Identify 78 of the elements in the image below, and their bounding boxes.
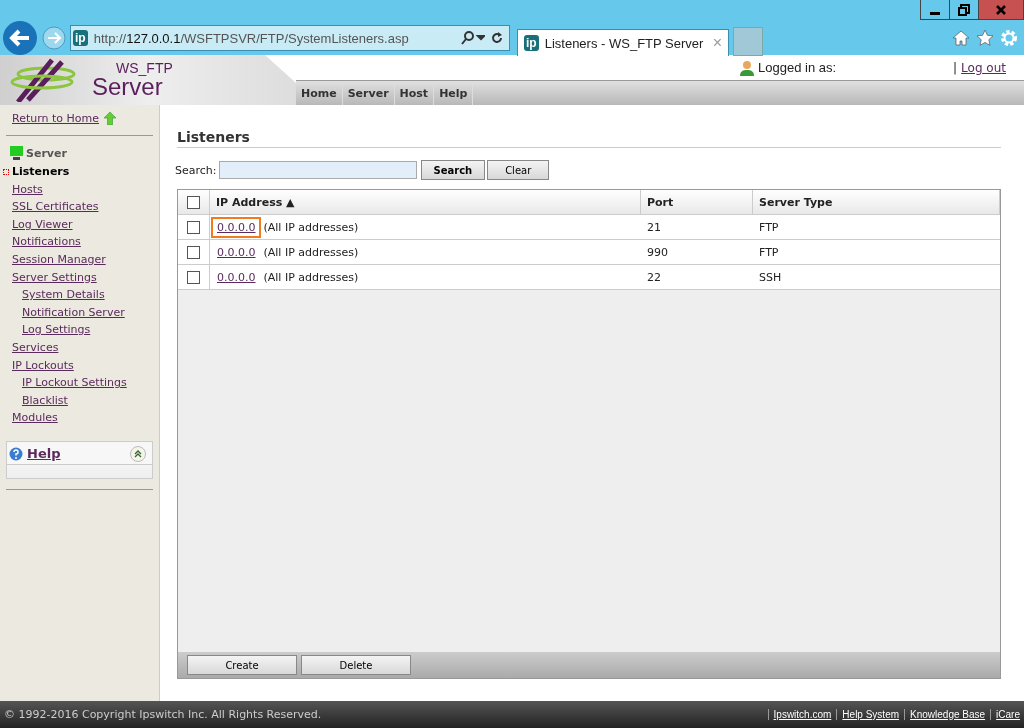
logout-link[interactable]: Log out	[961, 60, 1006, 75]
clear-button[interactable]: Clear	[487, 160, 550, 180]
sidebar-item[interactable]: Listeners	[12, 165, 70, 178]
footer-link[interactable]: Ipswitch.com	[767, 709, 832, 720]
sidebar-subitem[interactable]: Blacklist	[22, 393, 68, 407]
table-cell-text: 22	[646, 269, 662, 286]
sidebar-item[interactable]: Hosts	[12, 182, 43, 196]
column-header[interactable]: Server Type	[753, 190, 1000, 214]
search-field[interactable]	[218, 161, 417, 179]
footer-link[interactable]: Knowledge Base	[904, 709, 986, 720]
nav-tab[interactable]: Home	[296, 81, 343, 105]
ip-address-link[interactable]: 0.0.0.0	[213, 243, 260, 261]
close-icon	[995, 3, 1007, 16]
copyright-text: © 1992-2016 Copyright Ipswitch Inc. All Rights Reserved.	[4, 708, 322, 721]
table-cell-text: FTP	[758, 219, 780, 236]
selected-marker-icon	[3, 169, 9, 175]
forward-button[interactable]	[42, 26, 66, 50]
column-header[interactable]: IP Address ▲	[210, 190, 641, 214]
create-button[interactable]: Create	[187, 655, 297, 675]
sidebar-subitem[interactable]: IP Lockout Settings	[22, 376, 127, 390]
home-icon[interactable]	[952, 29, 970, 47]
table-cell-text: 21	[646, 219, 662, 236]
row-checkbox[interactable]	[187, 245, 200, 259]
favorites-star-icon[interactable]	[976, 29, 994, 47]
site-icon: ip	[524, 35, 539, 51]
sidebar-item[interactable]: SSL Certificates	[12, 200, 99, 214]
separator-text: |	[953, 60, 958, 75]
search-button[interactable]: Search	[420, 160, 486, 180]
sidebar-item[interactable]: Session Manager	[12, 252, 106, 266]
search-label: Search:	[175, 163, 217, 177]
sidebar-item[interactable]: Log Viewer	[12, 217, 73, 231]
delete-button[interactable]: Delete	[301, 655, 411, 675]
table-cell: (All IP addresses)	[263, 245, 359, 259]
ip-address-link[interactable]: 0.0.0.0	[213, 218, 260, 236]
monitor-icon	[10, 146, 23, 160]
sidebar-item[interactable]: Modules	[12, 411, 58, 425]
up-arrow-icon	[104, 112, 117, 125]
user-icon	[740, 59, 754, 76]
table-cell-text: FTP	[758, 244, 780, 261]
help-link[interactable]: Help	[27, 446, 61, 462]
row-checkbox[interactable]	[187, 220, 200, 234]
sidebar-item[interactable]: IP Lockouts	[12, 358, 74, 372]
footer-link[interactable]: Help System	[836, 709, 900, 720]
nav-tab[interactable]: Server	[342, 81, 395, 105]
nav-tab[interactable]: Host	[394, 81, 435, 105]
sidebar-subitem[interactable]: System Details	[22, 288, 105, 302]
refresh-icon[interactable]	[491, 32, 503, 44]
minimize-icon	[930, 12, 940, 15]
back-button[interactable]	[2, 20, 38, 56]
sidebar-subitem[interactable]: Log Settings	[22, 323, 91, 337]
url-text: http://127.0.0.1/WSFTPSVR/FTP/SystemListeners.asp	[93, 30, 410, 46]
table-cell-text: SSH	[758, 269, 783, 286]
logo-text: Server	[92, 75, 163, 99]
select-all-checkbox[interactable]	[187, 195, 200, 209]
collapse-icon[interactable]	[130, 445, 146, 462]
close-button[interactable]	[979, 0, 1023, 19]
sidebar-item[interactable]: Server Settings	[12, 270, 97, 284]
search-icon[interactable]	[461, 31, 485, 45]
table-cell: (All IP addresses)	[263, 270, 359, 284]
ip-address-link[interactable]: 0.0.0.0	[213, 268, 260, 286]
logo-text: WS_FTP	[115, 61, 173, 75]
sidebar-subitem[interactable]: Notification Server	[22, 305, 125, 319]
browser-tab[interactable]: ip Listeners - WS_FTP Server ×	[517, 29, 729, 56]
nav-tab[interactable]: Help	[434, 81, 474, 105]
sidebar-item[interactable]: Notifications	[12, 235, 81, 249]
column-header[interactable]: Port	[641, 190, 753, 214]
logged-in-label: Logged in as:	[758, 60, 837, 75]
section-title: Server	[26, 146, 67, 160]
footer-link[interactable]: iCare	[990, 709, 1020, 720]
address-bar[interactable]: ip http://127.0.0.1/WSFTPSVR/FTP/SystemListeners.asp	[70, 25, 510, 51]
table-cell-text: 990	[646, 244, 669, 261]
page-title: Listeners	[177, 129, 1001, 148]
restore-icon	[958, 3, 970, 16]
row-checkbox[interactable]	[187, 270, 200, 284]
return-home-link[interactable]: Return to Home	[12, 112, 100, 125]
sidebar-item[interactable]: Services	[12, 340, 59, 354]
site-icon: ip	[73, 30, 88, 46]
table-cell: (All IP addresses)	[263, 220, 359, 234]
